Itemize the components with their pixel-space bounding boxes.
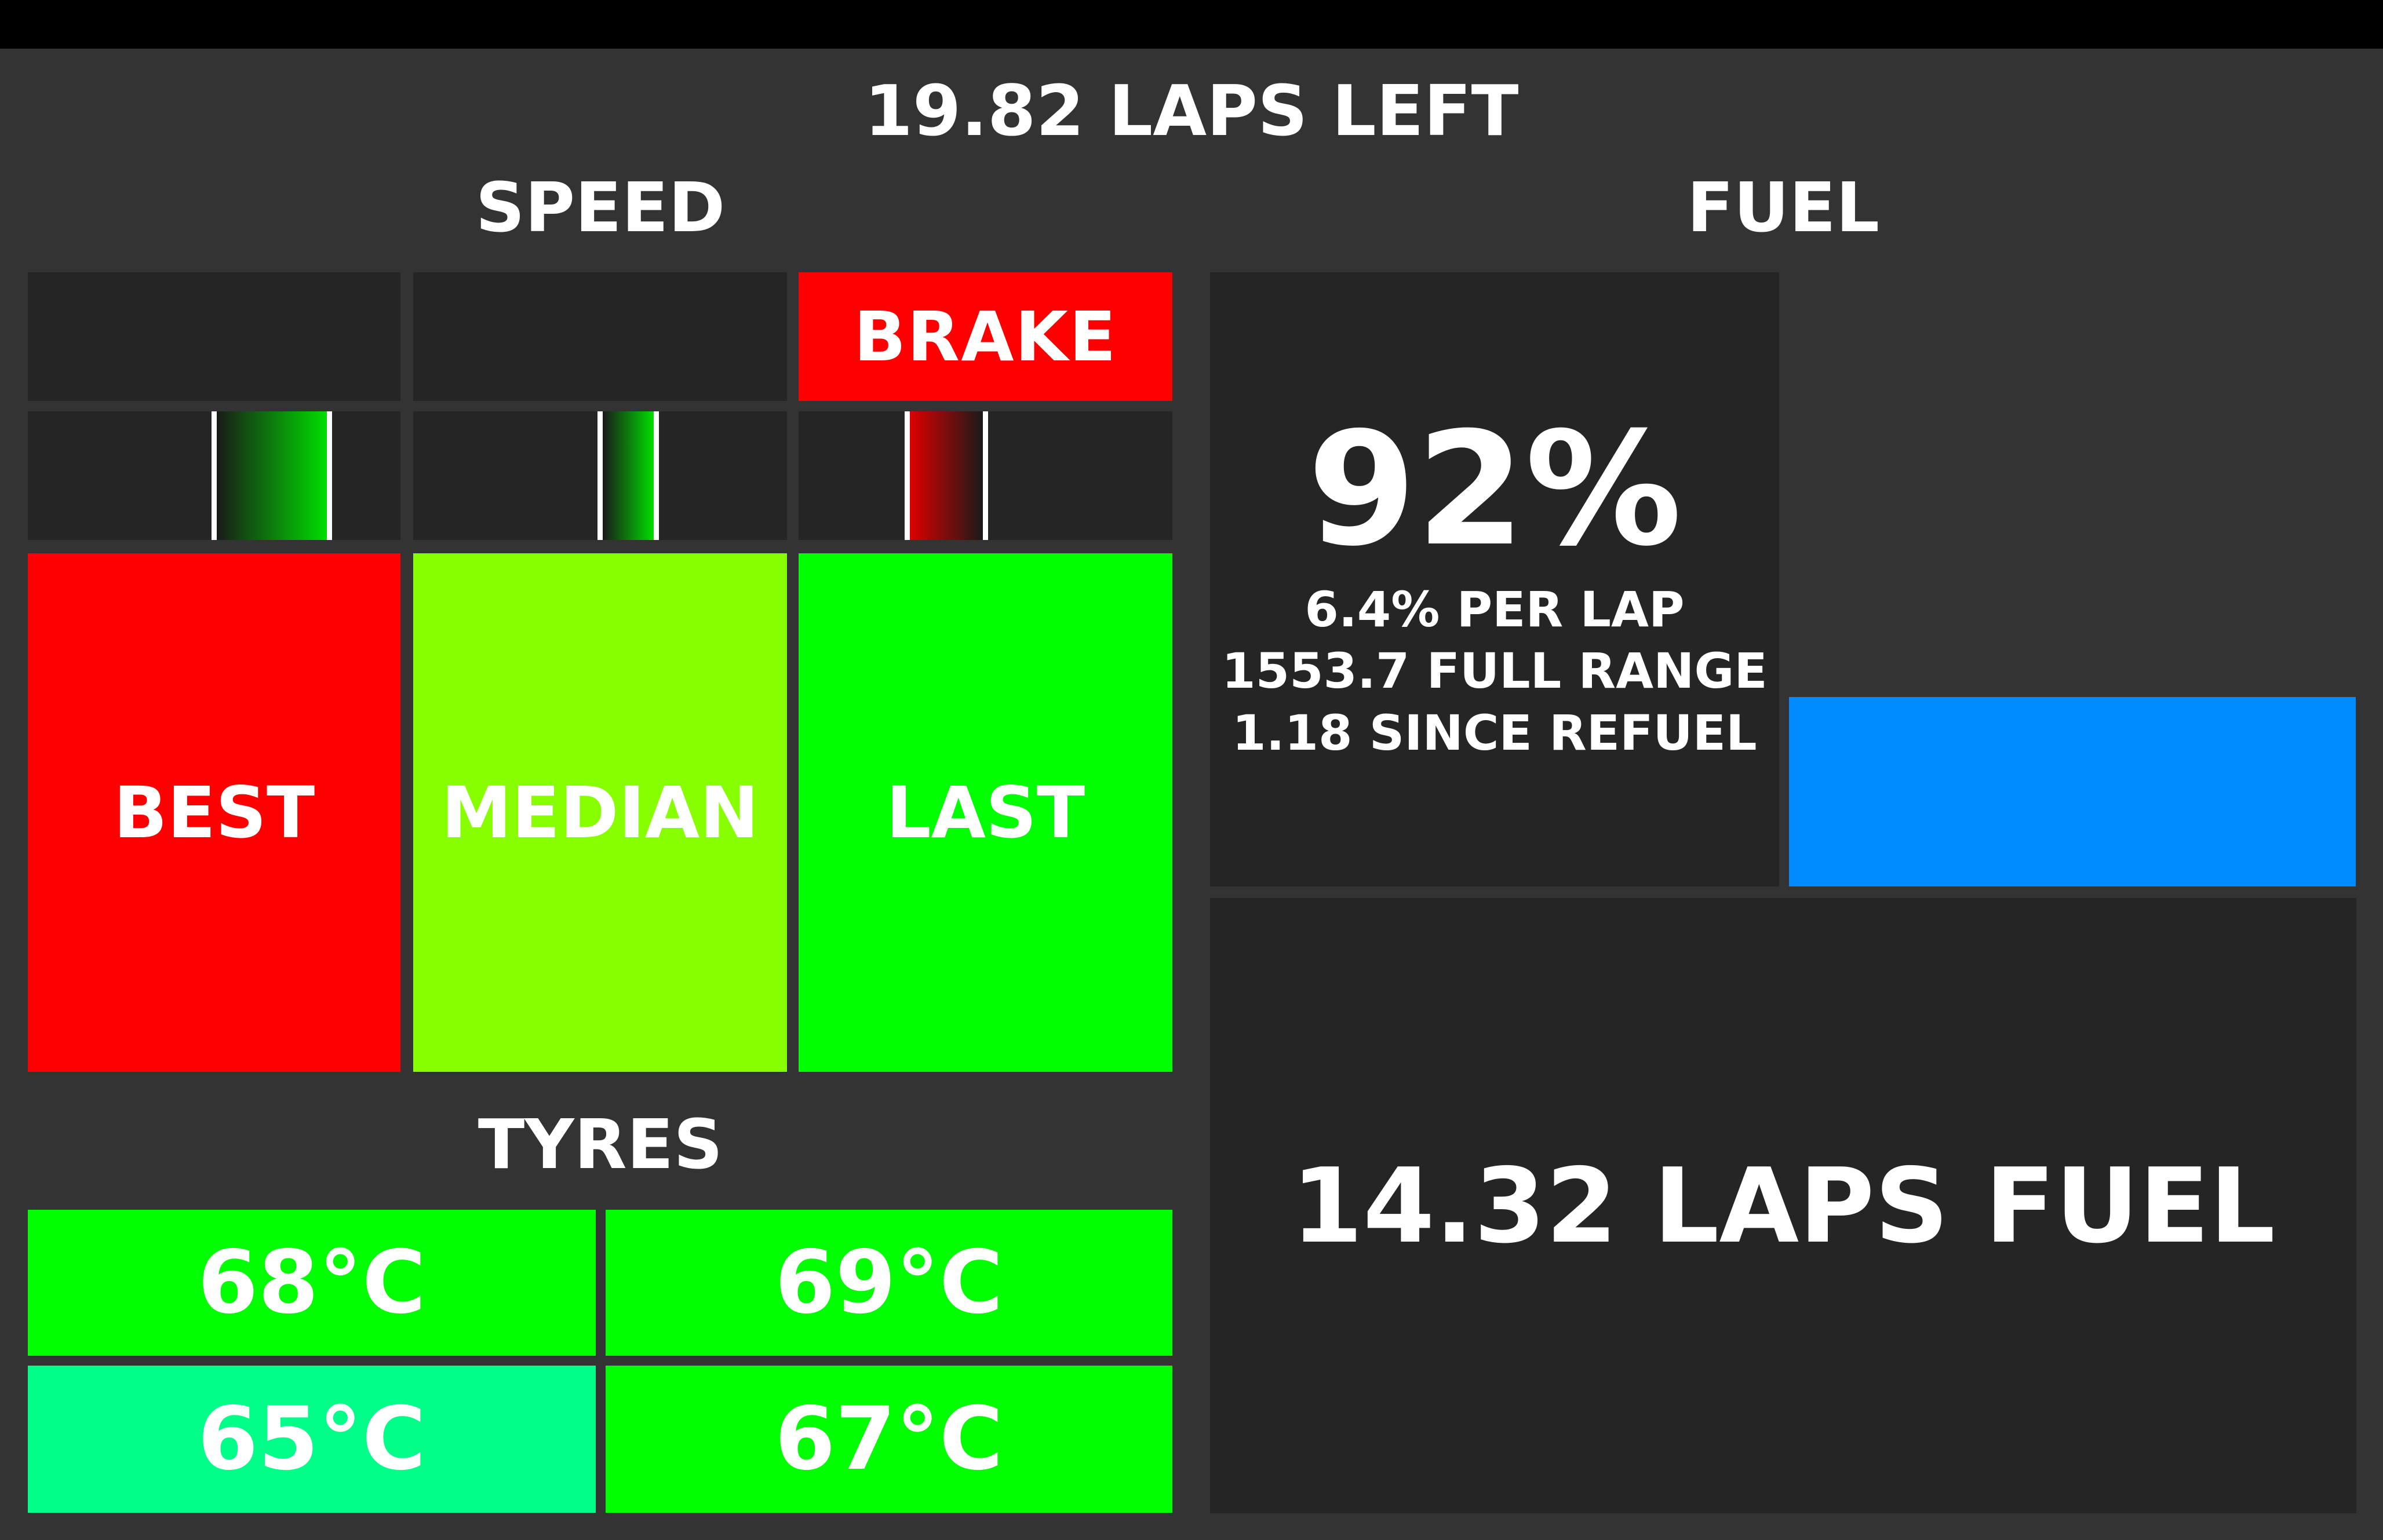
brake-indicator: BRAKE [799,272,1172,401]
speed-median-box: MEDIAN [413,553,787,1072]
tyre-front-left: 68°C [28,1210,596,1356]
tyre-front-left-temp: 68°C [198,1232,426,1333]
speed-best-box: BEST [28,553,400,1072]
brake-label: BRAKE [854,297,1117,377]
tyre-front-right-temp: 69°C [775,1232,1003,1333]
fuel-title: FUEL [1686,167,1880,247]
delta-bar-median-fill [603,411,654,540]
delta-bar-best-end-line [327,411,332,540]
fuel-full-range: 1553.7 FULL RANGE [1222,643,1768,699]
delta-bar-median-end-line [654,411,659,540]
speed-best-label: BEST [113,771,315,854]
delta-bar-last-center-line [983,411,988,540]
speed-indicator-1 [28,272,400,401]
fuel-level-gauge [1789,272,2356,886]
delta-bar-median-center-line [597,411,603,540]
speed-indicator-2 [413,272,787,401]
laps-left-title: 19.82 LAPS LEFT [864,71,1519,152]
fuel-laps-panel: 14.32 LAPS FUEL [1210,898,2356,1513]
speed-last-label: LAST [886,771,1085,854]
tyres-title: TYRES [478,1104,723,1184]
delta-bar-last [799,411,1172,540]
fuel-laps-value: 14.32 LAPS FUEL [1291,1145,2275,1266]
fuel-level-fill [1789,697,2356,886]
fuel-since-refuel: 1.18 SINCE REFUEL [1232,705,1757,761]
delta-bar-median [413,411,787,540]
tyre-rear-right: 67°C [606,1366,1172,1513]
tyre-front-right: 69°C [606,1210,1172,1356]
delta-bar-best-fill [217,411,327,540]
tyre-rear-right-temp: 67°C [775,1389,1003,1490]
delta-bar-last-end-line [905,411,910,540]
tyre-rear-left-temp: 65°C [198,1389,426,1490]
speed-title: SPEED [475,167,726,247]
fuel-summary-panel: 92% 6.4% PER LAP 1553.7 FULL RANGE 1.18 … [1210,272,1779,886]
fuel-per-lap: 6.4% PER LAP [1305,581,1685,638]
fuel-percent: 92% [1307,398,1682,581]
speed-last-box: LAST [799,553,1172,1072]
speed-median-label: MEDIAN [441,771,759,854]
delta-bar-last-fill [910,411,983,540]
tyre-rear-left: 65°C [28,1366,596,1513]
delta-bar-best-center-line [212,411,217,540]
top-bar [0,0,2383,49]
delta-bar-best [28,411,400,540]
